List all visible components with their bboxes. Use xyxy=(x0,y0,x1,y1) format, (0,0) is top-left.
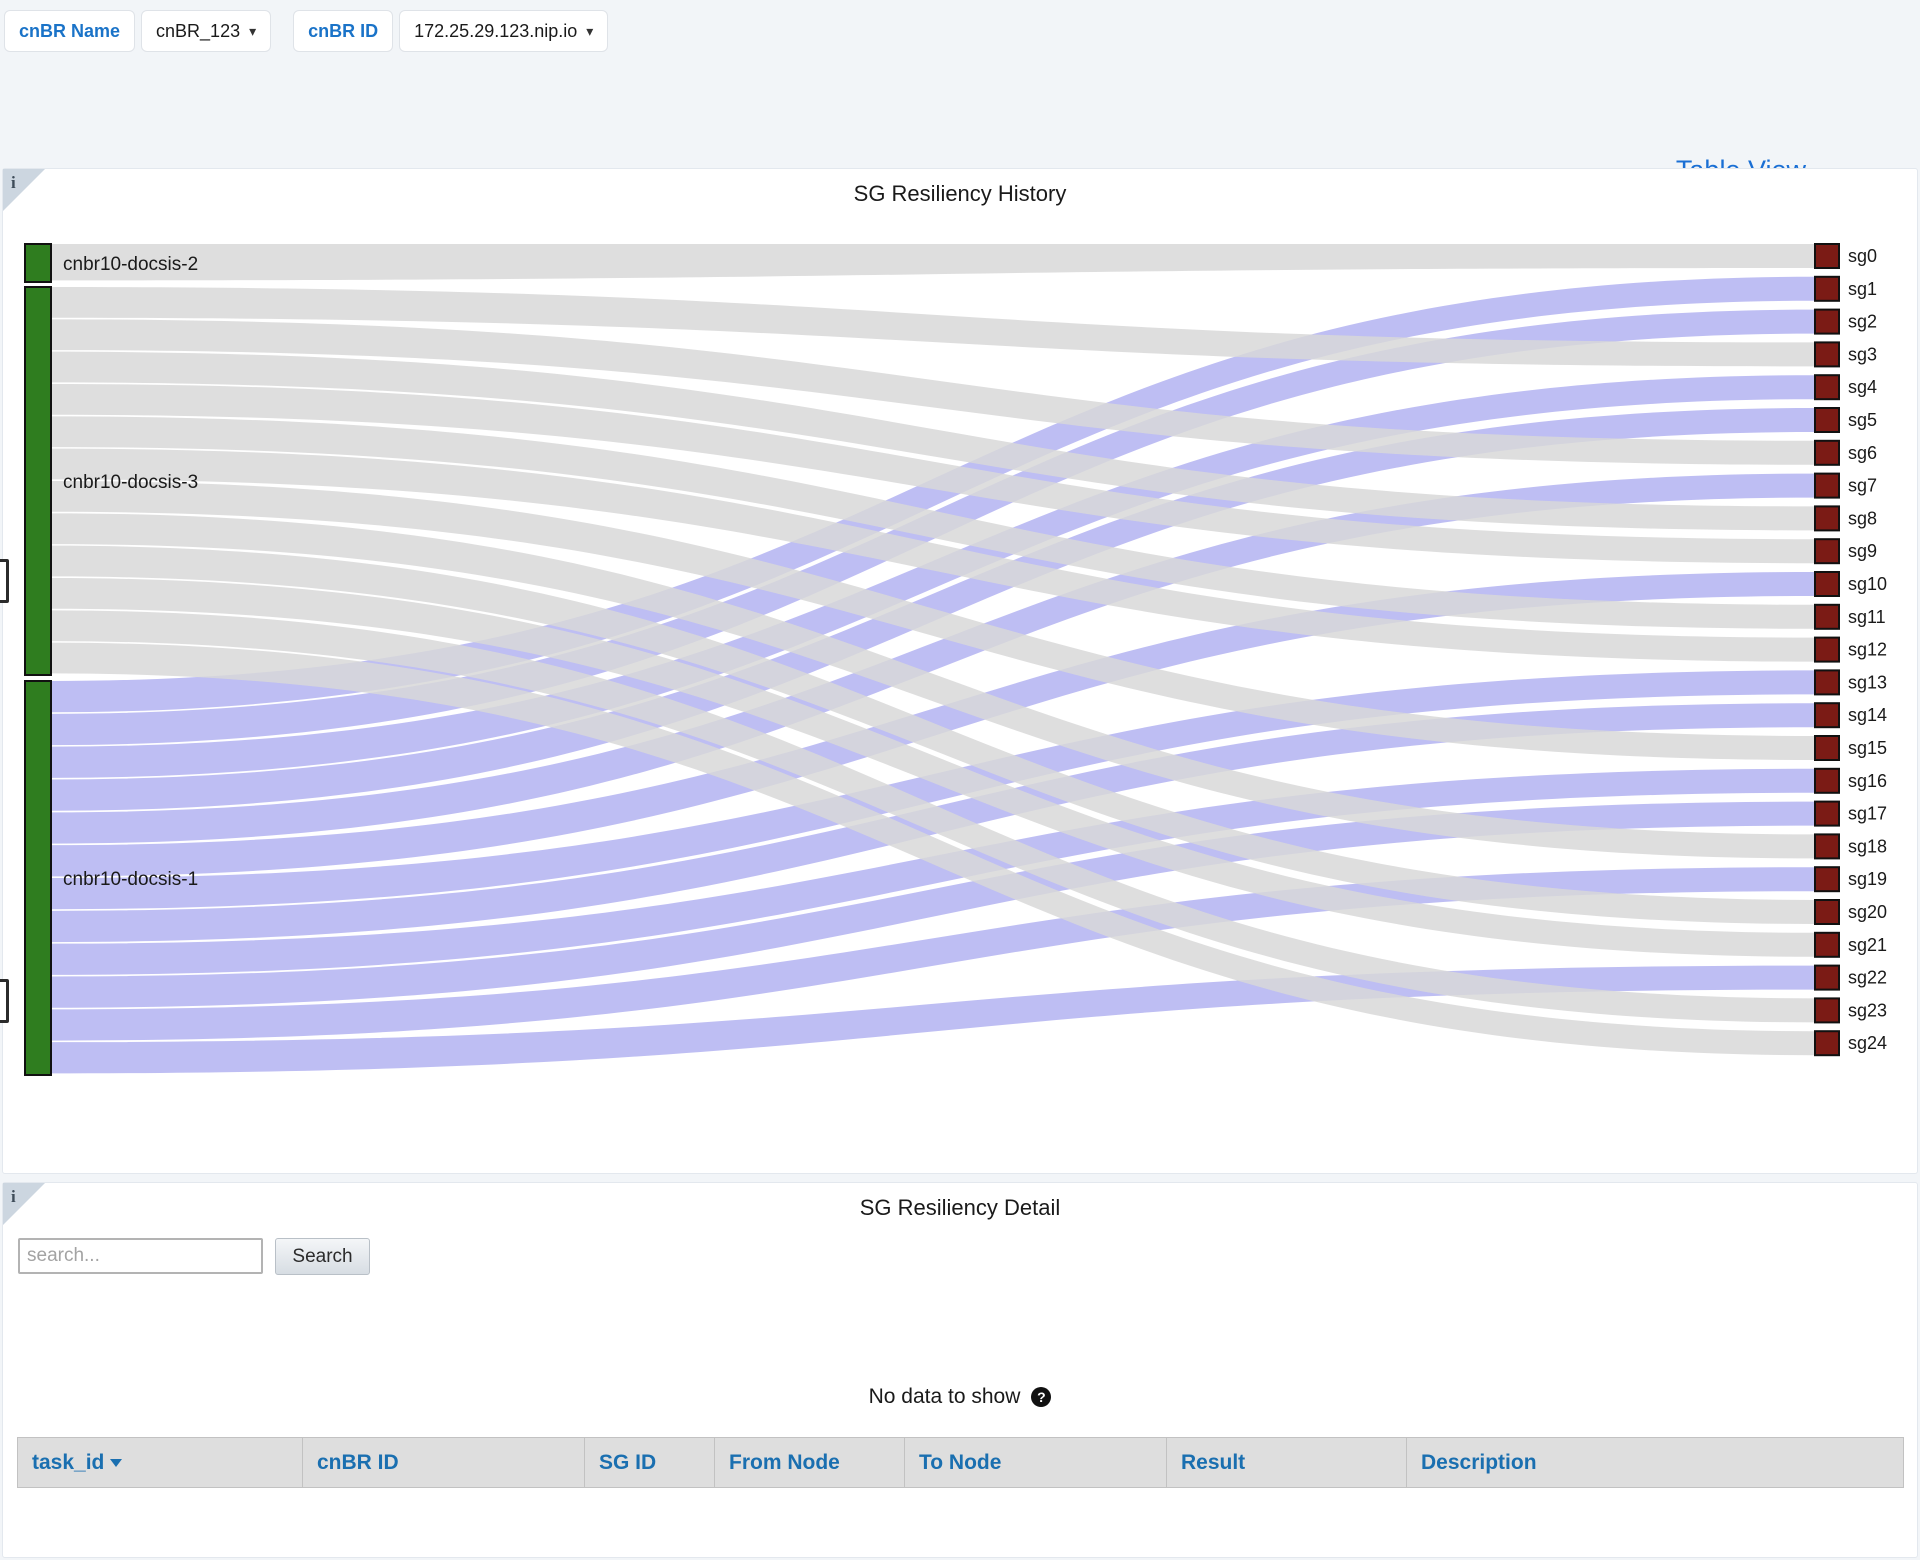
sankey-target-node-group: sg0 sg1 sg2 sg3 sg4 sg5 sg6 sg7 sg8 sg9 sg10 sg11 sg… xyxy=(1814,243,1887,1057)
sankey-target-node-label: sg2 xyxy=(1848,312,1877,332)
sankey-source-node-label: cnbr10-docsis-1 xyxy=(63,869,198,890)
sankey-diagram: cnbr10-docsis-2 cnbr10-docsis-3 cnbr10-doc… xyxy=(24,243,1887,1076)
table-header-task-id[interactable]: task_id xyxy=(17,1437,303,1488)
sankey-target-node[interactable] xyxy=(1814,275,1840,302)
page-title: SG Resiliency History xyxy=(853,181,1067,206)
sankey-target-node[interactable] xyxy=(1814,243,1840,269)
table-header-label: Result xyxy=(1181,1450,1246,1474)
chevron-down-icon: ▾ xyxy=(586,23,594,39)
table-header-label: To Node xyxy=(919,1450,1002,1474)
sankey-source-node[interactable] xyxy=(24,286,52,676)
table-header-label: Description xyxy=(1421,1450,1537,1474)
sankey-source-node[interactable] xyxy=(24,680,52,1076)
search-input[interactable] xyxy=(18,1238,263,1274)
sankey-target-node-label: sg10 xyxy=(1848,574,1887,594)
sankey-source-node-label: cnbr10-docsis-2 xyxy=(63,254,198,275)
sankey-target-node[interactable] xyxy=(1814,505,1840,532)
chevron-down-icon: ▾ xyxy=(249,23,257,39)
sankey-target-node-label: sg22 xyxy=(1848,968,1887,988)
sankey-target-node-label: sg9 xyxy=(1848,541,1877,561)
sankey-target-node[interactable] xyxy=(1814,374,1840,401)
sankey-target-node-label: sg11 xyxy=(1848,607,1886,627)
sankey-target-node-label: sg19 xyxy=(1848,869,1887,889)
sankey-target-node[interactable] xyxy=(1814,603,1840,630)
table-header-label: task_id xyxy=(32,1450,105,1474)
sankey-target-node[interactable] xyxy=(1814,538,1840,565)
sankey-target-node[interactable] xyxy=(1814,833,1840,860)
sankey-target-node[interactable] xyxy=(1814,702,1840,729)
sankey-target-node[interactable] xyxy=(1814,439,1840,466)
sankey-target-node-label: sg15 xyxy=(1848,738,1887,758)
sankey-source-node[interactable] xyxy=(24,243,52,283)
sankey-target-node-label: sg12 xyxy=(1848,640,1887,660)
sankey-target-node-label: sg18 xyxy=(1848,836,1887,856)
help-icon[interactable]: ? xyxy=(1031,1387,1052,1407)
sankey-link-group xyxy=(51,244,1815,1074)
sankey-target-node[interactable] xyxy=(1814,931,1840,958)
sankey-target-node-label: sg1 xyxy=(1848,279,1877,299)
sankey-target-node[interactable] xyxy=(1814,472,1840,499)
sankey-target-node-label: sg7 xyxy=(1848,476,1877,496)
sankey-source-node-label: cnbr10-docsis-3 xyxy=(63,472,198,493)
sankey-target-node-label: sg0 xyxy=(1848,246,1877,266)
filter-bar: cnBR Name cnBR_123 ▾ cnBR ID 172.25.29.1… xyxy=(0,0,1920,62)
sankey-target-node-label: sg24 xyxy=(1848,1033,1887,1053)
sg-resiliency-history-card: i SG Resiliency History cnbr10-docsis-2 c… xyxy=(0,168,1920,1326)
sankey-target-node-label: sg16 xyxy=(1848,771,1887,791)
sankey-target-node[interactable] xyxy=(1814,669,1840,696)
sankey-target-node[interactable] xyxy=(1814,866,1840,893)
table-header-sg-id[interactable]: SG ID xyxy=(584,1437,715,1488)
table-header-row: task_id cnBR ID SG ID From Node To Node Resul… xyxy=(17,1437,1904,1488)
sankey-target-node[interactable] xyxy=(1814,997,1840,1024)
sankey-target-node-label: sg21 xyxy=(1848,935,1887,955)
cnbr-name-select[interactable]: cnBR_123 ▾ xyxy=(141,10,272,52)
sankey-target-node[interactable] xyxy=(1814,964,1840,991)
sankey-target-node[interactable] xyxy=(1814,800,1840,827)
sankey-target-node[interactable] xyxy=(1814,341,1840,368)
table-header-result[interactable]: Result xyxy=(1166,1437,1407,1488)
cnbr-name-value: cnBR_123 xyxy=(156,20,241,41)
cnbr-id-label: cnBR ID xyxy=(293,10,394,52)
sankey-target-node-label: sg13 xyxy=(1848,672,1887,692)
sankey-target-node-label: sg20 xyxy=(1848,902,1887,922)
edge-artifact-lower xyxy=(0,979,9,1023)
search-button[interactable]: Search xyxy=(275,1238,370,1275)
sort-descending-icon xyxy=(110,1458,123,1467)
sankey-target-node[interactable] xyxy=(1814,407,1840,433)
table-header-label: cnBR ID xyxy=(317,1450,399,1474)
no-data-text: No data to show xyxy=(868,1385,1021,1408)
sankey-target-node[interactable] xyxy=(1814,636,1840,663)
sankey-target-node[interactable] xyxy=(1814,767,1840,794)
table-header-cnbr-id[interactable]: cnBR ID xyxy=(302,1437,585,1488)
sankey-target-node-label: sg14 xyxy=(1848,705,1887,725)
cnbr-name-label: cnBR Name xyxy=(4,10,136,52)
sankey-target-node-label: sg23 xyxy=(1848,1000,1887,1020)
detail-title: SG Resiliency Detail xyxy=(859,1195,1061,1220)
cnbr-id-value: 172.25.29.123.nip.io xyxy=(414,20,578,41)
edge-artifact-upper xyxy=(0,559,9,603)
sankey-target-node-label: sg17 xyxy=(1848,804,1887,824)
sankey-target-node-label: sg4 xyxy=(1848,377,1877,397)
table-view-row: Table View xyxy=(0,62,1920,185)
sankey-target-node[interactable] xyxy=(1814,308,1840,335)
detail-table: task_id cnBR ID SG ID From Node To Node Resul… xyxy=(17,1437,1904,1488)
table-header-label: From Node xyxy=(729,1450,840,1474)
table-header-description[interactable]: Description xyxy=(1406,1437,1904,1488)
sankey-target-node[interactable] xyxy=(1814,571,1840,597)
sankey-target-node[interactable] xyxy=(1814,899,1840,925)
sankey-link[interactable] xyxy=(51,244,1815,281)
sankey-target-node-label: sg6 xyxy=(1848,443,1877,463)
table-header-label: SG ID xyxy=(599,1450,657,1474)
sankey-target-node[interactable] xyxy=(1814,1030,1840,1057)
sankey-target-node-label: sg8 xyxy=(1848,508,1877,528)
sankey-target-node-label: sg3 xyxy=(1848,344,1877,364)
no-data-message: No data to show? xyxy=(0,1385,1920,1409)
table-header-from-node[interactable]: From Node xyxy=(714,1437,905,1488)
sankey-target-node[interactable] xyxy=(1814,735,1840,761)
cnbr-id-select[interactable]: 172.25.29.123.nip.io ▾ xyxy=(399,10,609,52)
table-header-to-node[interactable]: To Node xyxy=(904,1437,1167,1488)
sankey-target-node-label: sg5 xyxy=(1848,410,1877,430)
